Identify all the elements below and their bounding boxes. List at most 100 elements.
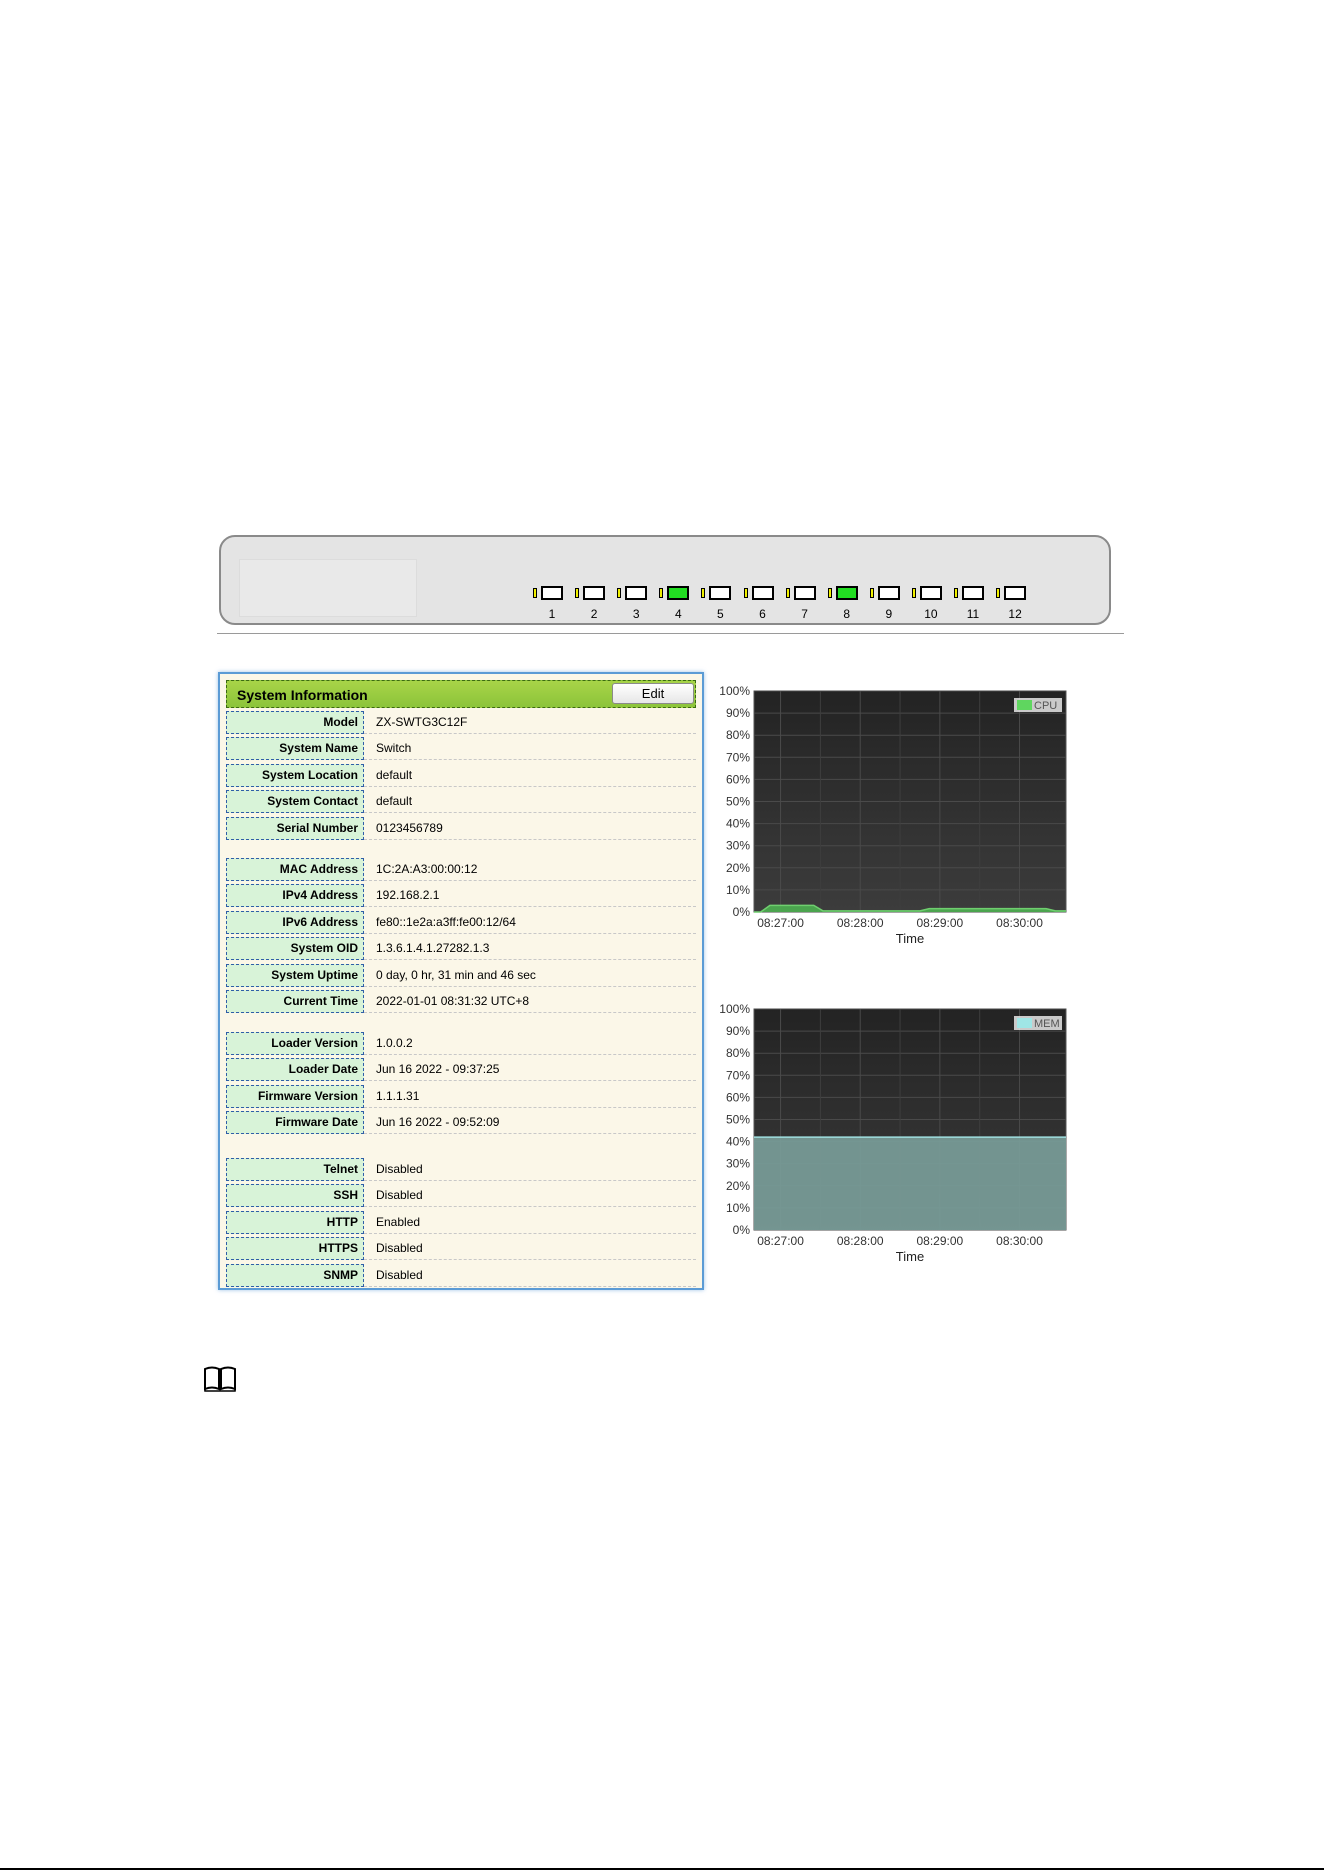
port-5[interactable]: 5 [701,586,735,622]
row-separator [364,1232,696,1234]
info-label: Firmware Date [226,1111,364,1135]
port-10[interactable]: 10 [911,586,946,622]
port-jack-icon [1004,586,1027,600]
x-tick-label: 08:29:00 [917,916,964,930]
info-value: Switch [376,741,412,756]
info-row-system-uptime: System Uptime 0 day, 0 hr, 31 min and 46 … [226,963,696,987]
port-8[interactable]: 8 [827,586,862,622]
y-tick-label: 80% [726,1046,750,1060]
port-4[interactable]: 4 [659,586,693,622]
info-row-system-contact: System Contact default [226,790,696,814]
y-tick-label: 30% [726,839,750,853]
mem-chart-svg: 0% 10% 20% 30% 40% 50% 60% 70% 80% 90% 100% 08:27:0… [719,1002,1067,1264]
info-row-system-name: System Name Switch [226,737,696,761]
info-value: 192.168.2.1 [376,888,440,903]
info-value: Disabled [376,1267,423,1282]
x-tick-label: 08:29:00 [917,1234,964,1248]
row-separator [364,733,696,734]
info-value: default [376,794,413,809]
port-jack-icon [583,586,606,600]
port-link-led [743,588,748,598]
info-row-current-time: Current Time 2022-01-01 08:31:32 UTC+8 [226,990,696,1013]
row-separator [364,932,696,934]
port-jack-icon [835,586,858,600]
x-tick-label: 08:30:00 [996,916,1043,930]
legend-swatch [1017,700,1032,710]
cpu-chart-svg: 0% 10% 20% 30% 40% 50% 60% 70% 80% 90% 100% 08:27:0… [719,684,1067,946]
info-row-system-oid: System OID 1.3.6.1.4.1.27282.1.3 [226,937,696,961]
info-label: HTTP [226,1210,364,1234]
info-value: Disabled [376,1188,423,1203]
row-separator [364,759,696,761]
port-link-led [533,588,537,598]
info-value: Enabled [376,1214,421,1229]
port-number: 5 [717,607,724,621]
port-link-led [785,588,790,598]
y-tick-label: 40% [726,1135,750,1149]
info-value: 1C:2A:A3:00:00:12 [376,862,478,876]
row-separator [364,1106,696,1108]
system-information-header: System Information Edit [226,680,696,708]
info-row-https: HTTPS Disabled [226,1237,696,1261]
info-row-firmware-version: Firmware Version 1.1.1.31 [226,1084,696,1108]
port-jack-icon [793,586,816,600]
info-value: Jun 16 2022 - 09:52:09 [376,1115,500,1130]
port-jack-icon [667,586,690,600]
port-2[interactable]: 2 [575,586,609,622]
y-tick-label: 40% [726,817,750,831]
port-link-led [701,588,706,598]
port-11[interactable]: 11 [954,586,988,622]
info-label: Telnet [226,1158,364,1181]
panel-led-area [239,559,417,617]
info-value: default [376,767,413,782]
port-number: 3 [632,607,640,621]
mem-chart: 0% 10% 20% 30% 40% 50% 60% 70% 80% 90% 100% 08:27:0… [710,998,1080,1268]
port-1[interactable]: 1 [533,586,567,622]
port-number: 12 [1008,607,1022,621]
row-separator [364,1133,696,1135]
info-row-ssh: SSH Disabled [226,1184,696,1208]
info-value: 1.1.1.31 [376,1088,420,1103]
info-label: SNMP [226,1263,364,1287]
row-separator [364,880,696,881]
port-link-led [575,588,580,598]
port-number: 2 [590,607,598,621]
row-separator [364,1080,696,1082]
port-link-led [659,588,664,598]
row-separator [364,906,696,908]
y-tick-label: 0% [733,905,751,919]
info-value: Disabled [376,1162,423,1176]
legend-label: CPU [1034,700,1057,712]
y-tick-label: 10% [726,1201,750,1215]
info-label: IPv6 Address [226,910,364,934]
port-3[interactable]: 3 [617,586,651,622]
y-tick-label: 100% [719,684,750,698]
port-7[interactable]: 7 [785,586,820,622]
port-9[interactable]: 9 [869,586,904,622]
info-row-telnet: Telnet Disabled [226,1158,696,1181]
info-value: 1.0.0.2 [376,1036,413,1050]
info-row-loader-date: Loader Date Jun 16 2022 - 09:37:25 [226,1058,696,1082]
y-tick-label: 60% [726,1090,750,1104]
info-value: 0123456789 [376,820,443,835]
info-value: fe80::1e2a:a3ff:fe00:12/64 [376,914,516,929]
info-row-firmware-date: Firmware Date Jun 16 2022 - 09:52:09 [226,1111,696,1135]
port-link-led [954,588,958,598]
port-jack-icon [919,586,942,600]
info-label: System OID [226,937,364,961]
y-tick-label: 100% [719,1002,750,1016]
port-12[interactable]: 12 [996,586,1030,622]
row-separator [364,1285,696,1287]
info-row-serial-number: Serial Number 0123456789 [226,816,696,840]
port-link-led [617,588,622,598]
port-number: 6 [759,607,766,621]
info-value: Disabled [376,1241,423,1256]
port-number: 10 [924,607,938,621]
edit-button[interactable]: Edit [612,683,694,704]
port-number: 11 [966,607,980,621]
row-separator [364,1012,696,1013]
x-tick-label: 08:28:00 [837,916,884,930]
cpu-chart: 0% 10% 20% 30% 40% 50% 60% 70% 80% 90% 100% 08:27:0… [710,680,1080,950]
x-tick-label: 08:27:00 [757,916,804,930]
port-6[interactable]: 6 [743,586,778,622]
